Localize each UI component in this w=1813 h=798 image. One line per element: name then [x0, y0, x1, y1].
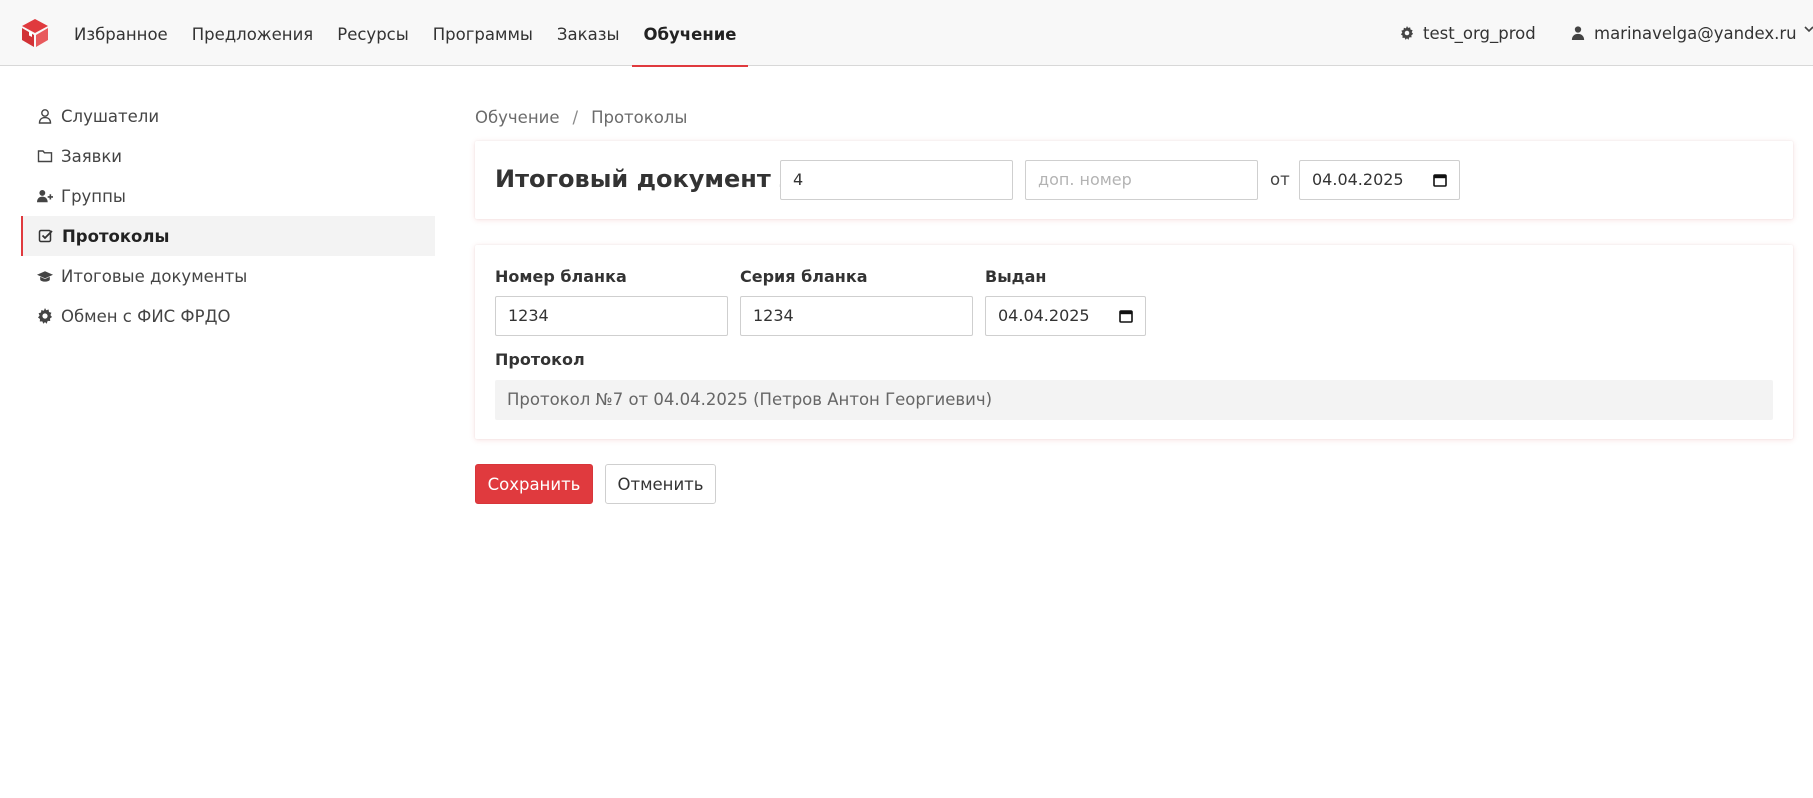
sidebar: Слушатели Заявки Группы Протоколы Итогов… — [21, 96, 435, 336]
sidebar-item-label: Слушатели — [61, 106, 160, 126]
user-email: marinavelga@yandex.ru — [1594, 23, 1797, 43]
document-number-input[interactable]: 4 — [780, 160, 1013, 200]
user-icon — [38, 109, 52, 124]
org-name: test_org_prod — [1423, 23, 1536, 43]
calendar-icon[interactable] — [1119, 309, 1133, 323]
sidebar-item-groups[interactable]: Группы — [21, 176, 435, 216]
user-menu[interactable]: marinavelga@yandex.ru — [1571, 0, 1813, 66]
blank-series-value: 1234 — [753, 306, 794, 325]
breadcrumb-separator: / — [572, 108, 579, 127]
sidebar-item-protocols[interactable]: Протоколы — [21, 216, 435, 256]
nav-item-offers[interactable]: Предложения — [180, 0, 326, 66]
user-plus-icon — [37, 189, 53, 203]
sidebar-item-label: Протоколы — [62, 226, 170, 246]
document-number-value: 4 — [793, 170, 804, 189]
gear-icon — [1400, 26, 1414, 40]
user-icon — [1571, 26, 1585, 40]
sidebar-item-applications[interactable]: Заявки — [21, 136, 435, 176]
blank-series-input[interactable]: 1234 — [740, 296, 973, 336]
blank-series-label: Серия бланка — [740, 267, 868, 286]
issued-label: Выдан — [985, 267, 1047, 286]
issued-date-input[interactable]: 04.04.2025 — [985, 296, 1146, 336]
logo-cube-icon[interactable] — [20, 18, 50, 48]
chevron-down-icon — [1804, 26, 1813, 33]
nav-item-training[interactable]: Обучение — [631, 0, 749, 67]
blank-number-input[interactable]: 1234 — [495, 296, 728, 336]
cancel-button[interactable]: Отменить — [605, 464, 716, 504]
from-label: от — [1270, 170, 1290, 189]
sidebar-item-label: Заявки — [61, 146, 123, 166]
document-header-card: Итоговый документ № 4 доп. номер от 04.0… — [475, 141, 1793, 219]
org-switcher[interactable]: test_org_prod — [1400, 0, 1536, 66]
sidebar-item-label: Итоговые документы — [61, 266, 248, 286]
save-button[interactable]: Сохранить — [475, 464, 593, 504]
graduation-cap-icon — [37, 271, 53, 282]
sidebar-item-fis-frdo[interactable]: Обмен с ФИС ФРДО — [21, 296, 435, 336]
top-navbar: Избранное Предложения Ресурсы Программы … — [0, 0, 1813, 67]
breadcrumb: Обучение / Протоколы — [475, 108, 687, 127]
nav-item-resources[interactable]: Ресурсы — [325, 0, 421, 66]
extra-number-input[interactable]: доп. номер — [1025, 160, 1258, 200]
nav-item-favorites[interactable]: Избранное — [62, 0, 180, 66]
sidebar-item-listeners[interactable]: Слушатели — [21, 96, 435, 136]
breadcrumb-item-protocols: Протоколы — [591, 108, 688, 127]
blank-details-card: Номер бланка 1234 Серия бланка 1234 Выда… — [475, 245, 1793, 439]
issued-date-value: 04.04.2025 — [998, 306, 1090, 325]
sidebar-item-label: Группы — [61, 186, 126, 206]
sidebar-item-label: Обмен с ФИС ФРДО — [61, 306, 231, 326]
calendar-icon[interactable] — [1433, 173, 1447, 187]
blank-number-value: 1234 — [508, 306, 549, 325]
document-date-value: 04.04.2025 — [1312, 170, 1404, 189]
extra-number-placeholder: доп. номер — [1038, 170, 1132, 189]
blank-number-label: Номер бланка — [495, 267, 627, 286]
document-date-input[interactable]: 04.04.2025 — [1299, 160, 1460, 200]
check-square-icon — [38, 229, 53, 243]
main-nav: Избранное Предложения Ресурсы Программы … — [62, 0, 749, 67]
protocol-field: Протокол №7 от 04.04.2025 (Петров Антон … — [495, 380, 1773, 420]
protocol-label: Протокол — [495, 350, 585, 369]
sidebar-item-final-documents[interactable]: Итоговые документы — [21, 256, 435, 296]
gear-icon — [38, 308, 52, 324]
breadcrumb-item-training[interactable]: Обучение — [475, 108, 560, 127]
nav-item-programs[interactable]: Программы — [421, 0, 545, 66]
nav-item-orders[interactable]: Заказы — [545, 0, 632, 66]
folder-icon — [37, 150, 53, 163]
document-title: Итоговый документ № — [495, 165, 808, 193]
